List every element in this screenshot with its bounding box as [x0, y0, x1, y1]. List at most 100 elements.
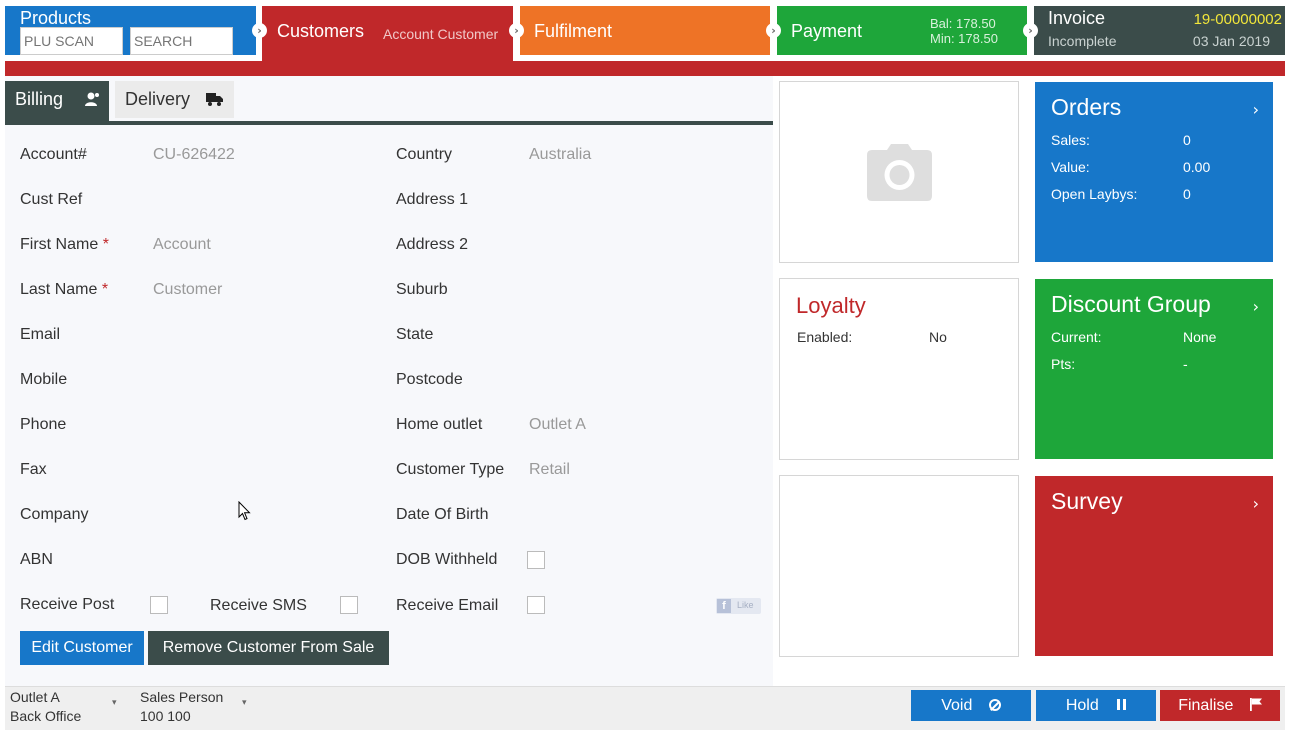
search-input[interactable]	[130, 27, 233, 55]
suburb-field[interactable]	[529, 281, 729, 301]
discount-pts-value: -	[1183, 356, 1188, 372]
facebook-like-button[interactable]: f Like	[716, 598, 761, 614]
sales-person-selector[interactable]: Sales Person 100 100 ▾	[135, 687, 255, 727]
invoice-number: 19-00000002	[1193, 11, 1282, 28]
first-name-field[interactable]: Account	[153, 236, 211, 254]
suburb-label: Suburb	[396, 281, 448, 298]
state-field[interactable]	[529, 326, 729, 346]
fax-field[interactable]	[153, 461, 353, 481]
discount-current-value: None	[1183, 329, 1217, 345]
payment-minimum: Min: 178.50	[930, 31, 998, 46]
survey-tile[interactable]: Survey ›	[1035, 476, 1273, 656]
discount-group-tile[interactable]: Discount Group › Current: None Pts: -	[1035, 279, 1273, 459]
last-name-field[interactable]: Customer	[153, 281, 222, 299]
customers-subtitle: Account Customer	[383, 26, 499, 42]
receive-email-checkbox[interactable]	[527, 596, 545, 614]
first-name-label: First Name *	[20, 236, 109, 253]
required-marker: *	[101, 281, 109, 298]
orders-sales-value: 0	[1183, 132, 1191, 148]
orders-sales-label: Sales:	[1051, 132, 1090, 148]
fulfilment-title: Fulfilment	[534, 21, 613, 41]
hold-label: Hold	[1065, 697, 1099, 714]
nav-step-products[interactable]: Products	[5, 6, 256, 55]
address-2-label: Address 2	[396, 236, 469, 253]
orders-laybys-label: Open Laybys:	[1051, 186, 1138, 202]
finalise-button[interactable]: Finalise	[1160, 690, 1280, 721]
phone-field[interactable]	[153, 416, 353, 436]
last-name-label: Last Name *	[20, 281, 109, 298]
tab-delivery-label: Delivery	[125, 89, 191, 109]
hold-button[interactable]: Hold	[1036, 690, 1156, 721]
abn-label: ABN	[20, 551, 53, 568]
dob-withheld-label: DOB Withheld	[396, 551, 498, 568]
receive-post-checkbox[interactable]	[150, 596, 168, 614]
person-icon	[85, 92, 99, 106]
camera-icon	[867, 144, 932, 201]
orders-value-label: Value:	[1051, 159, 1090, 175]
plu-scan-input[interactable]	[20, 27, 123, 55]
loyalty-title: Loyalty	[796, 293, 866, 318]
country-field[interactable]: Australia	[529, 146, 591, 164]
orders-tile[interactable]: Orders › Sales: 0 Value: 0.00 Open Layby…	[1035, 82, 1273, 262]
nav-step-payment[interactable]: Payment Bal: 178.50 Min: 178.50	[777, 6, 1027, 55]
caret-down-icon: ▾	[112, 697, 117, 707]
mobile-field[interactable]	[153, 371, 353, 391]
void-button[interactable]: Void	[911, 690, 1031, 721]
receive-sms-checkbox[interactable]	[340, 596, 358, 614]
loyalty-panel: Loyalty Enabled: No	[779, 278, 1019, 460]
receive-post-label: Receive Post	[20, 596, 115, 613]
mouse-cursor-icon	[238, 501, 251, 521]
company-field[interactable]	[153, 506, 353, 526]
nav-step-customers[interactable]: Customers Account Customer	[262, 6, 513, 61]
fax-label: Fax	[20, 461, 47, 478]
cust-ref-label: Cust Ref	[20, 191, 83, 208]
facebook-like-label: Like	[737, 600, 754, 610]
payment-title: Payment	[791, 21, 863, 41]
home-outlet-field[interactable]: Outlet A	[529, 416, 586, 434]
address-1-field[interactable]	[529, 191, 729, 211]
email-field[interactable]	[153, 326, 353, 346]
pause-icon	[1117, 690, 1127, 721]
address-2-field[interactable]	[529, 236, 729, 256]
nav-step-fulfilment[interactable]: Fulfilment	[520, 6, 770, 55]
postcode-field[interactable]	[529, 371, 729, 391]
cust-ref-field[interactable]	[153, 191, 353, 211]
email-label: Email	[20, 326, 61, 343]
phone-label: Phone	[20, 416, 67, 433]
loyalty-enabled-label: Enabled:	[797, 329, 853, 345]
home-outlet-label: Home outlet	[396, 416, 483, 433]
nav-step-invoice[interactable]: Invoice Incomplete 19-00000002 03 Jan 20…	[1034, 6, 1285, 55]
tab-billing[interactable]: Billing	[5, 81, 109, 125]
orders-laybys-value: 0	[1183, 186, 1191, 202]
chevron-right-icon: ›	[1252, 494, 1259, 513]
flag-icon	[1249, 698, 1262, 711]
sales-person-value: 100 100	[140, 708, 191, 724]
customer-photo-panel[interactable]	[779, 81, 1019, 263]
invoice-date: 03 Jan 2019	[1192, 33, 1270, 49]
abn-field[interactable]	[153, 551, 353, 571]
remove-customer-button[interactable]: Remove Customer From Sale	[148, 631, 389, 665]
void-label: Void	[941, 697, 973, 714]
edit-customer-button[interactable]: Edit Customer	[20, 631, 144, 665]
invoice-title: Invoice	[1048, 8, 1106, 28]
mobile-label: Mobile	[20, 371, 68, 388]
truck-icon	[206, 93, 223, 106]
chevron-right-icon: ›	[1252, 297, 1259, 316]
account-number-value[interactable]: CU-626422	[153, 146, 235, 164]
outlet-location: Back Office	[10, 708, 82, 724]
dob-withheld-checkbox[interactable]	[527, 551, 545, 569]
tab-delivery[interactable]: Delivery	[115, 81, 234, 118]
discount-pts-label: Pts:	[1051, 356, 1076, 372]
finalise-label: Finalise	[1178, 697, 1234, 714]
address-1-label: Address 1	[396, 191, 469, 208]
outlet-selector[interactable]: Outlet A Back Office ▾	[5, 687, 125, 727]
date-of-birth-field[interactable]	[529, 506, 729, 526]
active-step-bar	[5, 61, 1285, 76]
required-marker: *	[102, 236, 109, 253]
ban-icon	[988, 699, 1001, 711]
chevron-right-icon: ›	[509, 23, 524, 38]
customer-type-field[interactable]: Retail	[529, 461, 570, 479]
receive-email-label: Receive Email	[396, 597, 499, 614]
caret-down-icon: ▾	[242, 697, 247, 707]
empty-panel	[779, 475, 1019, 657]
